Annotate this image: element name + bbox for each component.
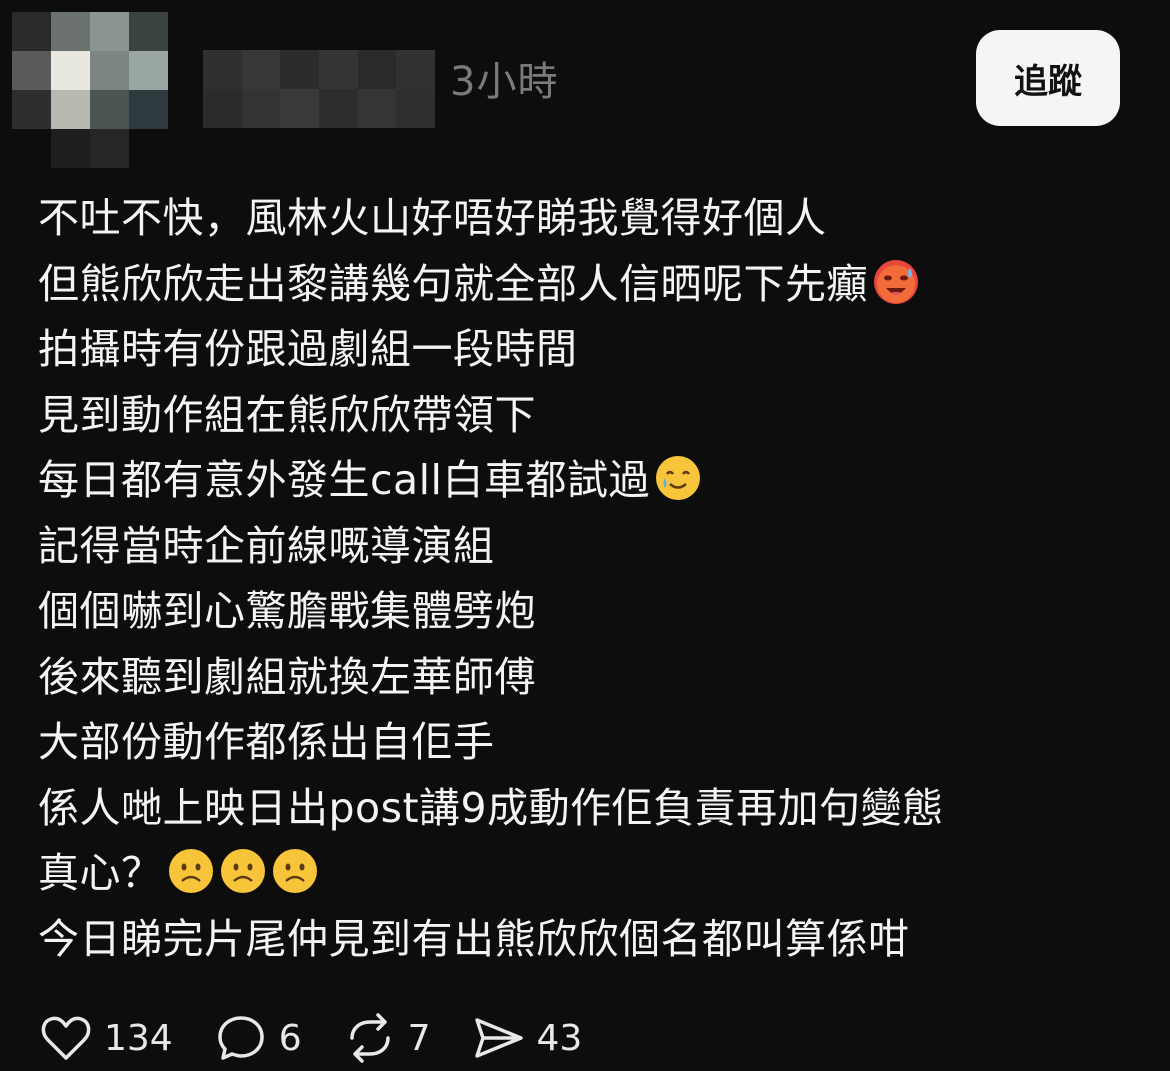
smiling-face-with-tear-emoji — [655, 456, 700, 500]
post-line: 見到動作組在熊欣欣帶領下 — [38, 390, 536, 439]
share-button[interactable]: 43 — [471, 1010, 583, 1066]
post-line: 係人哋上映日出post講9成動作佢負責再加句變態 — [38, 783, 944, 832]
reply-button[interactable]: 6 — [213, 1010, 302, 1066]
repost-count: 7 — [407, 1017, 431, 1059]
threads-post: 3小時 追蹤 不吐不快，風林火山好唔好睇我覺得好個人 但熊欣欣走出黎講幾句就全部… — [0, 0, 1170, 1071]
share-count: 43 — [536, 1017, 583, 1059]
post-line: 真心？ — [38, 841, 1148, 907]
frowning-face-emoji — [220, 849, 265, 893]
follow-button[interactable]: 追蹤 — [976, 30, 1120, 126]
post-line: 每日都有意外發生call白車都試過 — [38, 448, 1148, 514]
post-line: 拍攝時有份跟過劇組一段時間 — [38, 325, 578, 373]
reply-count: 6 — [278, 1017, 302, 1059]
action-bar: 134 6 7 43 — [38, 1006, 622, 1070]
heart-icon — [41, 1016, 91, 1060]
avatar[interactable] — [12, 12, 168, 168]
like-button[interactable]: 134 — [38, 1010, 173, 1066]
repost-icon — [349, 1013, 390, 1063]
post-line: 今日睇完片尾仲見到有出熊欣欣個名都叫算係咁 — [38, 914, 910, 963]
post-line: 個個嚇到心驚膽戰集體劈炮 — [38, 587, 536, 635]
post-line: 大部份動作都係出自佢手 — [38, 718, 495, 766]
username-blurred[interactable] — [203, 50, 435, 128]
like-count: 134 — [104, 1017, 173, 1059]
post-body: 不吐不快，風林火山好唔好睇我覺得好個人 但熊欣欣走出黎講幾句就全部人信晒呢下先癲… — [38, 186, 1148, 972]
hot-face-emoji — [874, 259, 918, 304]
post-line: 但熊欣欣走出黎講幾句就全部人信晒呢下先癲 — [38, 252, 1148, 318]
frowning-face-emoji — [272, 849, 317, 893]
post-timestamp: 3小時 — [450, 59, 559, 105]
post-line: 不吐不快，風林火山好唔好睇我覺得好個人 — [38, 194, 827, 242]
comment-icon — [217, 1016, 264, 1060]
repost-button[interactable]: 7 — [342, 1010, 431, 1066]
send-icon — [474, 1018, 523, 1058]
post-line: 記得當時企前線嘅導演組 — [38, 521, 495, 570]
frowning-face-emoji — [168, 849, 213, 893]
post-line: 後來聽到劇組就換左華師傅 — [38, 652, 536, 701]
